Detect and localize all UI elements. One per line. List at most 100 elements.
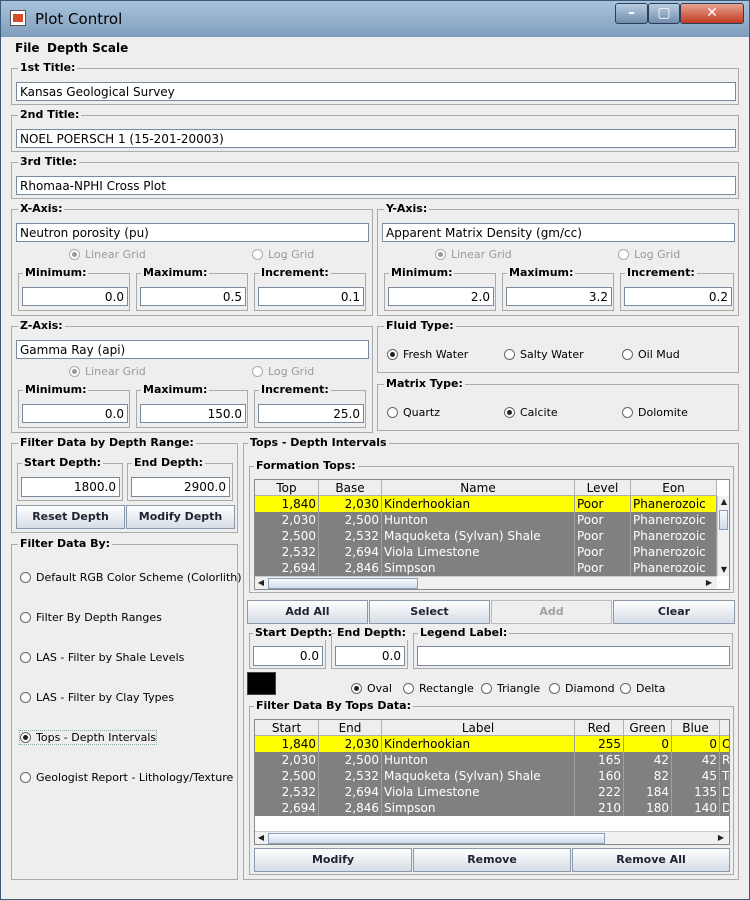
scroll-left-icon[interactable]: ◀ — [255, 832, 267, 844]
z-axis-input[interactable]: Gamma Ray (api) — [16, 340, 369, 359]
menu-depth-scale[interactable]: Depth Scale — [47, 41, 128, 55]
salty-water-radio[interactable]: Salty Water — [504, 348, 584, 361]
end-depth-input[interactable]: 2900.0 — [131, 477, 230, 497]
tops-data-table[interactable]: Start End Label Red Green Blue 1,840 2,03… — [254, 719, 730, 845]
formation-tops-table[interactable]: Top Base Name Level Eon 1,840 2,030 Kinder… — [254, 479, 730, 590]
shape-rectangle-radio[interactable]: Rectangle — [403, 682, 474, 695]
table-row[interactable]: 2,694 2,846 Simpson Poor Phanerozoic — [255, 560, 717, 576]
col-eon[interactable]: Eon — [631, 480, 717, 496]
hscroll-thumb[interactable] — [268, 578, 418, 589]
table-row[interactable]: 2,6942,846Simpson210180140D — [255, 800, 729, 816]
y-linear-grid-radio[interactable]: Linear Grid — [435, 248, 512, 261]
dolomite-radio[interactable]: Dolomite — [622, 406, 688, 419]
x-log-grid-radio[interactable]: Log Grid — [252, 248, 314, 261]
vscroll-thumb[interactable] — [719, 510, 728, 530]
z-linear-grid-radio[interactable]: Linear Grid — [69, 365, 146, 378]
y-axis-input[interactable]: Apparent Matrix Density (gm/cc) — [382, 223, 735, 242]
scroll-right-icon[interactable]: ▶ — [715, 832, 727, 844]
table-row[interactable]: 2,030 2,500 Hunton 165 42 42 R — [255, 752, 729, 768]
scroll-up-icon[interactable]: ▲ — [718, 496, 729, 508]
start-depth-input[interactable]: 1800.0 — [21, 477, 120, 497]
col-base[interactable]: Base — [319, 480, 382, 496]
y-max-input[interactable]: 3.2 — [506, 287, 612, 306]
y-log-grid-radio[interactable]: Log Grid — [618, 248, 680, 261]
col-blue[interactable]: Blue — [672, 720, 720, 736]
fresh-water-radio[interactable]: Fresh Water — [387, 348, 468, 361]
table-row[interactable]: 1,840 2,030 Kinderhookian Poor Phanerozoic — [255, 496, 717, 512]
z-max-input[interactable]: 150.0 — [140, 404, 246, 423]
calcite-radio[interactable]: Calcite — [504, 406, 558, 419]
color-swatch[interactable] — [247, 672, 276, 695]
table-row[interactable]: 2,030 2,500 Hunton Poor Phanerozoic — [255, 512, 717, 528]
table-row[interactable]: 2,532 2,694 Viola Limestone Poor Phanerozoic — [255, 544, 717, 560]
scroll-right-icon[interactable]: ▶ — [703, 577, 715, 589]
minimize-button[interactable]: – — [615, 3, 648, 24]
x-axis-input[interactable]: Neutron porosity (pu) — [16, 223, 369, 242]
modify-depth-button[interactable]: Modify Depth — [126, 505, 235, 529]
x-min-input[interactable]: 0.0 — [22, 287, 128, 306]
add-all-button[interactable]: Add All — [247, 600, 368, 624]
x-max-panel: Maximum: 0.5 — [136, 266, 248, 311]
y-min-input[interactable]: 2.0 — [388, 287, 494, 306]
modify-button[interactable]: Modify — [254, 848, 412, 872]
scroll-down-icon[interactable]: ▼ — [718, 564, 729, 576]
tops-end-depth-input[interactable]: 0.0 — [335, 646, 405, 666]
shape-diamond-radio[interactable]: Diamond — [549, 682, 615, 695]
scroll-left-icon[interactable]: ◀ — [255, 577, 267, 589]
z-min-input[interactable]: 0.0 — [22, 404, 128, 423]
filter-shale-levels-radio[interactable]: LAS - Filter by Shale Levels — [20, 651, 184, 664]
tops-start-depth-input[interactable]: 0.0 — [253, 646, 323, 666]
col-top[interactable]: Top — [255, 480, 319, 496]
select-button[interactable]: Select — [369, 600, 490, 624]
col-extra[interactable] — [720, 720, 729, 736]
z-increment-input[interactable]: 25.0 — [258, 404, 364, 423]
col-red[interactable]: Red — [575, 720, 624, 736]
filter-clay-types-radio[interactable]: LAS - Filter by Clay Types — [20, 691, 174, 704]
x-linear-grid-radio[interactable]: Linear Grid — [69, 248, 146, 261]
table-cell: 2,532 — [319, 528, 382, 544]
add-button[interactable]: Add — [491, 600, 612, 624]
col-green[interactable]: Green — [624, 720, 672, 736]
tops-data-hscroll[interactable]: ◀ ▶ — [255, 831, 729, 844]
legend-label-input[interactable] — [417, 646, 730, 666]
filter-tops-intervals-radio[interactable]: Tops - Depth Intervals — [18, 730, 158, 745]
table-cell: 140 — [672, 800, 720, 816]
table-cell: Poor — [575, 560, 631, 576]
shape-triangle-radio[interactable]: Triangle — [481, 682, 540, 695]
shape-oval-radio[interactable]: Oval — [351, 682, 392, 695]
col-level[interactable]: Level — [575, 480, 631, 496]
clear-button[interactable]: Clear — [613, 600, 735, 624]
remove-button[interactable]: Remove — [413, 848, 571, 872]
oil-mud-radio[interactable]: Oil Mud — [622, 348, 680, 361]
x-max-input[interactable]: 0.5 — [140, 287, 246, 306]
remove-all-button[interactable]: Remove All — [572, 848, 730, 872]
third-title-input[interactable]: Rhomaa-NPHI Cross Plot — [16, 176, 736, 195]
col-name[interactable]: Name — [382, 480, 575, 496]
close-button[interactable]: ✕ — [680, 3, 744, 24]
maximize-button[interactable]: ▢ — [648, 3, 680, 24]
filter-geologist-report-radio[interactable]: Geologist Report - Lithology/Texture — [20, 771, 233, 784]
table-row[interactable]: 2,5322,694Viola Limestone222184135D — [255, 784, 729, 800]
z-log-grid-radio[interactable]: Log Grid — [252, 365, 314, 378]
shape-delta-radio[interactable]: Delta — [620, 682, 665, 695]
col-label[interactable]: Label — [382, 720, 575, 736]
hscroll-thumb[interactable] — [268, 833, 605, 844]
first-title-input[interactable]: Kansas Geological Survey — [16, 82, 736, 101]
title-bar[interactable]: Plot Control – ▢ ✕ — [1, 1, 749, 37]
col-start[interactable]: Start — [255, 720, 319, 736]
table-row[interactable]: 2,500 2,532 Maquoketa (Sylvan) Shale Poor Ph… — [255, 528, 717, 544]
second-title-input[interactable]: NOEL POERSCH 1 (15-201-20003) — [16, 129, 736, 148]
menu-file[interactable]: File — [15, 41, 40, 55]
table-row[interactable]: 1,8402,030Kinderhookian25500Or — [255, 736, 729, 752]
reset-depth-button[interactable]: Reset Depth — [16, 505, 125, 529]
formation-vscroll[interactable]: ▲ ▼ — [717, 496, 729, 576]
table-cell: R — [720, 752, 729, 768]
table-row[interactable]: 2,500 2,532 Maquoketa (Sylvan) Shale 160 82 4… — [255, 768, 729, 784]
quartz-radio[interactable]: Quartz — [387, 406, 440, 419]
col-end[interactable]: End — [319, 720, 382, 736]
formation-hscroll[interactable]: ◀ ▶ — [255, 576, 717, 589]
filter-depth-ranges-radio[interactable]: Filter By Depth Ranges — [20, 611, 162, 624]
filter-colorlith-radio[interactable]: Default RGB Color Scheme (Colorlith) — [20, 571, 242, 584]
y-increment-input[interactable]: 0.2 — [624, 287, 732, 306]
x-increment-input[interactable]: 0.1 — [258, 287, 364, 306]
